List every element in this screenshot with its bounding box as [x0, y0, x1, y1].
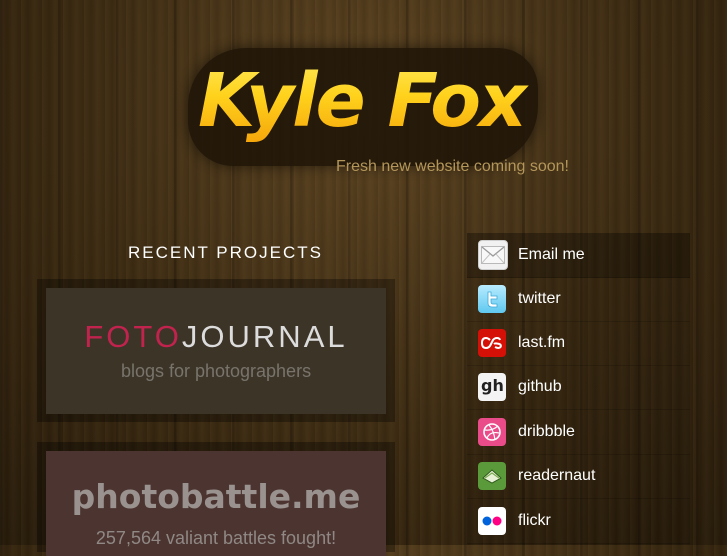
link-label: flickr [518, 512, 551, 529]
project-card-photobattle[interactable]: photobattle.me 257,564 valiant battles f… [37, 442, 395, 556]
project-thumbnail[interactable]: FOTOJOURNAL blogs for photographers [46, 288, 386, 414]
project-card-fotojournal[interactable]: FOTOJOURNAL blogs for photographers [37, 279, 395, 422]
link-label: dribbble [518, 423, 575, 440]
link-label: Email me [518, 246, 585, 263]
project-subtitle: blogs for photographers [120, 361, 312, 381]
link-label: twitter [518, 290, 561, 307]
logo-text: Kyle Fox [198, 46, 538, 156]
twitter-icon [478, 285, 506, 313]
link-email[interactable]: Email me [467, 233, 690, 278]
recent-projects-heading: RECENT PROJECTS [128, 243, 323, 262]
dribbble-icon [478, 418, 506, 446]
link-twitter[interactable]: twitter [467, 277, 690, 322]
link-label: github [518, 378, 562, 395]
svg-text:gh: gh [481, 376, 504, 395]
lastfm-icon [478, 329, 506, 357]
link-flickr[interactable]: flickr [467, 499, 690, 544]
link-label: readernaut [518, 467, 596, 484]
site-logo: Kyle Fox [188, 44, 538, 174]
link-label: last.fm [518, 334, 566, 351]
readernaut-icon [478, 462, 506, 490]
flickr-icon [478, 507, 506, 535]
link-github[interactable]: gh github [467, 365, 690, 410]
project-title-part2: JOURNAL [181, 319, 348, 354]
link-lastfm[interactable]: last.fm [467, 321, 690, 366]
project-title: photobattle.me [71, 477, 361, 516]
project-title: FOTOJOURNAL [46, 319, 386, 355]
social-links-panel: Email me twitter last.fm gh github dribb… [467, 233, 690, 545]
link-readernaut[interactable]: readernaut [467, 454, 690, 499]
github-icon: gh [478, 373, 506, 401]
tagline: Fresh new website coming soon! [336, 158, 569, 175]
project-title-part1: FOTO [84, 319, 182, 354]
project-subtitle: 257,564 valiant battles fought! [95, 528, 337, 548]
link-dribbble[interactable]: dribbble [467, 410, 690, 455]
project-thumbnail[interactable]: photobattle.me 257,564 valiant battles f… [46, 451, 386, 556]
envelope-icon [478, 240, 508, 270]
